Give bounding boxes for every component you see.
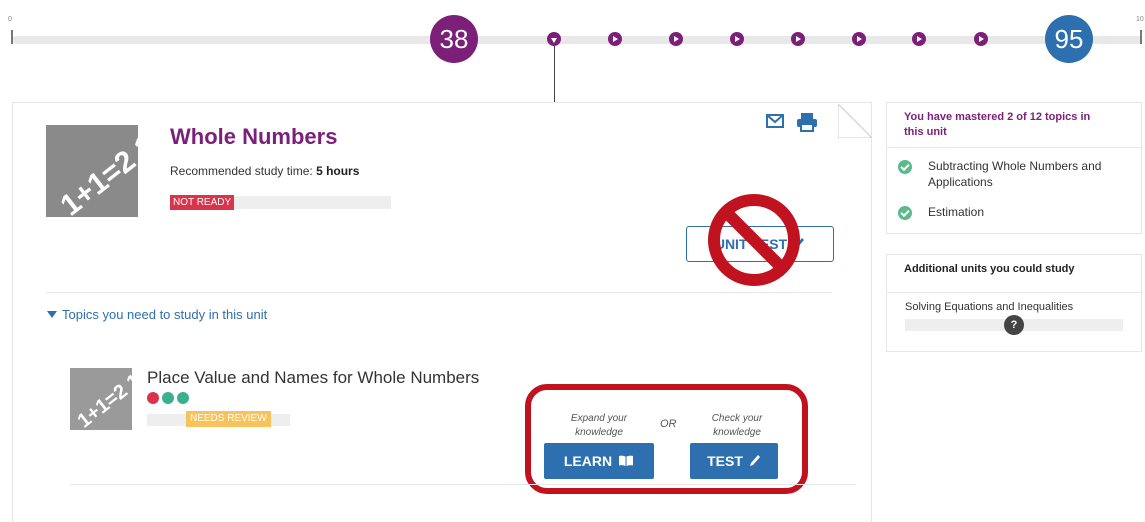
additional-units-title: Additional units you could study — [904, 263, 1075, 275]
learn-button[interactable]: LEARN — [544, 443, 654, 479]
target-score-marker: 95 — [1045, 15, 1093, 63]
study-time: Recommended study time: 5 hours — [170, 164, 359, 178]
status-dot — [177, 392, 189, 404]
card-divider — [46, 292, 832, 293]
mastered-topic[interactable]: Estimation — [928, 204, 1118, 220]
or-label: OR — [660, 418, 677, 430]
unit-marker[interactable] — [852, 32, 866, 46]
topic-thumbnail: 1+1=2 1+2=3 — [70, 368, 132, 430]
expand-caption: Expand your knowledge — [570, 413, 628, 438]
status-dot — [162, 392, 174, 404]
unit-marker[interactable] — [912, 32, 926, 46]
unit-marker[interactable] — [608, 32, 622, 46]
check-caption: Check your knowledge — [711, 413, 763, 438]
panel-divider — [887, 292, 1141, 293]
track-start-label: 0 — [8, 16, 12, 23]
unit-marker[interactable] — [791, 32, 805, 46]
unit-marker[interactable] — [669, 32, 683, 46]
book-icon — [619, 455, 634, 466]
unit-thumbnail: 1+1=2 1+2=3 — [46, 125, 138, 217]
track-start-tick — [11, 30, 13, 44]
track-end-tick — [1140, 30, 1142, 44]
topic-divider — [70, 484, 856, 485]
status-badge: NOT READY — [170, 195, 235, 210]
test-button[interactable]: TEST — [690, 443, 778, 479]
check-icon — [898, 160, 912, 174]
unit-marker[interactable] — [974, 32, 988, 46]
print-icon[interactable] — [796, 112, 818, 137]
mastery-title: You have mastered 2 of 12 topics in this… — [904, 111, 1091, 138]
help-icon[interactable]: ? — [1004, 315, 1024, 335]
unit-marker-current[interactable] — [547, 32, 561, 46]
unit-title: Whole Numbers — [170, 124, 338, 149]
caret-down-icon — [47, 311, 57, 318]
email-icon[interactable] — [766, 114, 784, 133]
status-dot — [147, 392, 159, 404]
progress-track — [12, 36, 1142, 44]
panel-divider — [887, 147, 1141, 148]
pencil-icon — [749, 455, 760, 466]
page-fold-corner — [837, 102, 874, 139]
topic-thumbnail-art: 1+1=2 1+2=3 — [73, 368, 132, 430]
unit-thumbnail-art: 1+1=2 1+2=3 — [54, 125, 138, 217]
track-end-label: 10 — [1136, 16, 1144, 23]
prohibited-icon — [704, 190, 804, 290]
test-label: TEST — [707, 453, 743, 469]
study-time-value: 5 hours — [316, 164, 360, 178]
check-icon — [898, 206, 912, 220]
learn-label: LEARN — [563, 453, 613, 469]
study-time-label: Recommended study time: — [170, 164, 317, 178]
mastered-topic[interactable]: Subtracting Whole Numbers and Applicatio… — [928, 158, 1118, 190]
topic-title[interactable]: Place Value and Names for Whole Numbers — [147, 368, 479, 388]
marker-connector — [554, 46, 555, 102]
additional-unit-item[interactable]: Solving Equations and Inequalities — [905, 301, 1073, 313]
topics-toggle[interactable]: Topics you need to study in this unit — [47, 307, 267, 322]
current-score-marker: 38 — [430, 15, 478, 63]
unit-marker[interactable] — [730, 32, 744, 46]
review-badge: NEEDS REVIEW — [186, 411, 271, 427]
topics-toggle-label: Topics you need to study in this unit — [62, 307, 268, 322]
